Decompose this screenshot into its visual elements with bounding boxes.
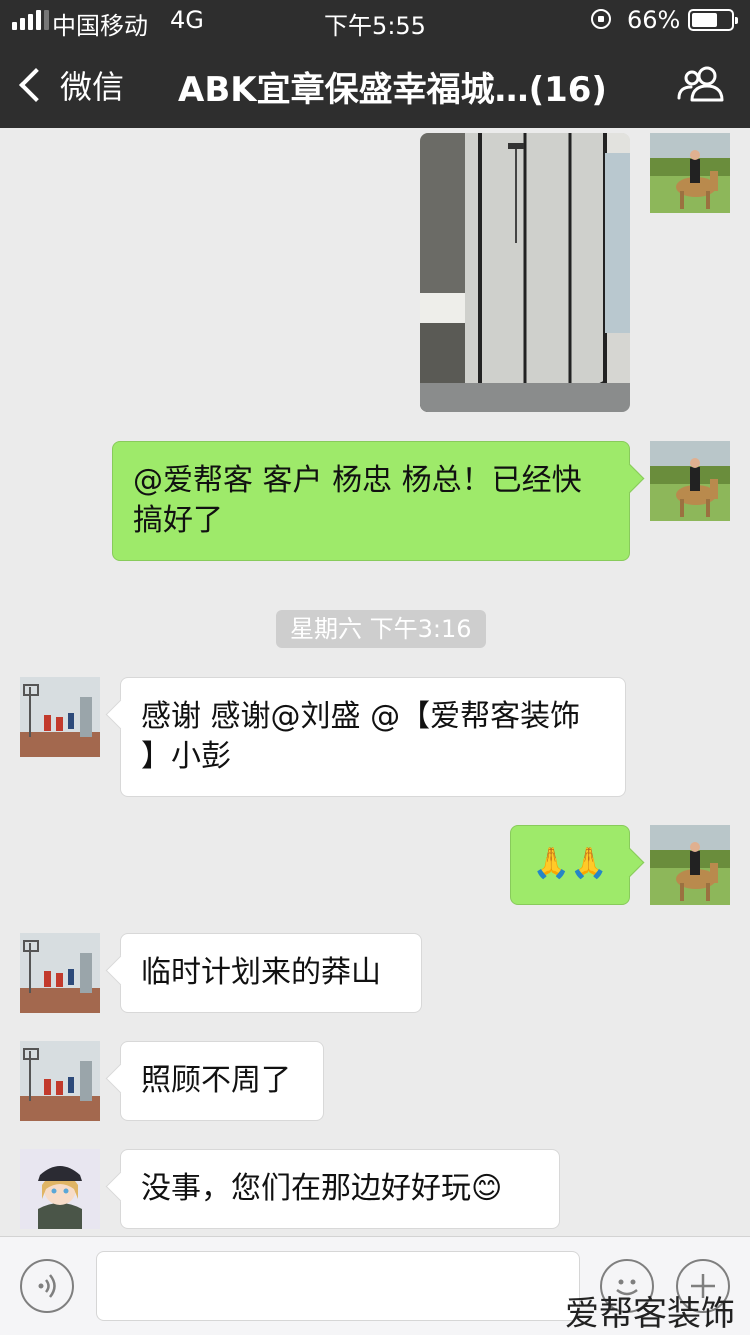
group-members-icon[interactable] <box>676 64 726 104</box>
time-divider: 星期六 下午3:16 <box>276 610 486 648</box>
watermark: 爱帮客装饰 <box>565 1294 735 1334</box>
message-text: @爱帮客 客户 杨忠 杨总！已经快 <box>133 463 582 498</box>
message-input[interactable] <box>96 1251 580 1321</box>
avatar[interactable] <box>650 441 730 521</box>
avatar[interactable] <box>650 133 730 213</box>
basketball-avatar-image <box>20 1041 100 1121</box>
message-text: 没事，您们在那边好好玩😊 <box>141 1171 503 1206</box>
message-text: 照顾不周了 <box>141 1063 291 1098</box>
voice-button[interactable] <box>20 1259 74 1313</box>
message-text: 搞好了 <box>133 503 223 538</box>
message-bubble[interactable]: 临时计划来的莽山 <box>120 933 422 1013</box>
avatar[interactable] <box>20 1041 100 1121</box>
basketball-avatar-image <box>20 933 100 1013</box>
pray-emoji: 🙏🙏 <box>532 846 608 881</box>
battery-icon <box>688 9 738 31</box>
message-bubble[interactable]: 感谢 感谢@刘盛 @【爱帮客装饰 】小彭 <box>120 677 626 797</box>
back-label: 微信 <box>60 68 125 106</box>
basketball-avatar-image <box>20 677 100 757</box>
avatar[interactable] <box>20 933 100 1013</box>
nav-bar: 微信 ABK宜章保盛幸福城…(16) <box>0 40 750 128</box>
avatar[interactable] <box>20 677 100 757</box>
chat-title: ABK宜章保盛幸福城…(16) <box>178 70 607 110</box>
horse-rider-avatar-image <box>650 133 730 213</box>
battery-percent: 66% <box>627 6 681 34</box>
message-bubble[interactable]: @爱帮客 客户 杨忠 杨总！已经快 搞好了 <box>112 441 630 561</box>
status-bar: 中国移动 4G 下午5:55 66% <box>0 0 750 40</box>
avatar[interactable] <box>20 1149 100 1229</box>
horse-rider-avatar-image <box>650 441 730 521</box>
back-button[interactable]: 微信 <box>18 62 124 108</box>
message-text: 感谢 感谢@刘盛 @【爱帮客装饰 <box>141 699 581 734</box>
top-bar: 中国移动 4G 下午5:55 66% 微信 ABK宜章保盛幸福城…(16) <box>0 0 750 128</box>
horse-rider-avatar-image <box>650 825 730 905</box>
message-bubble[interactable]: 没事，您们在那边好好玩😊 <box>120 1149 560 1229</box>
shared-photo[interactable] <box>420 133 630 412</box>
anime-girl-avatar-image <box>20 1149 100 1229</box>
message-text: 临时计划来的莽山 <box>141 955 381 990</box>
message-text: 】小彭 <box>141 739 231 774</box>
rotation-lock-icon <box>591 9 611 29</box>
shower-bathroom-image <box>420 133 630 412</box>
message-bubble[interactable]: 照顾不周了 <box>120 1041 324 1121</box>
chevron-left-icon <box>19 68 53 102</box>
message-bubble[interactable]: 🙏🙏 <box>510 825 630 905</box>
avatar[interactable] <box>650 825 730 905</box>
voice-icon <box>38 1274 56 1298</box>
